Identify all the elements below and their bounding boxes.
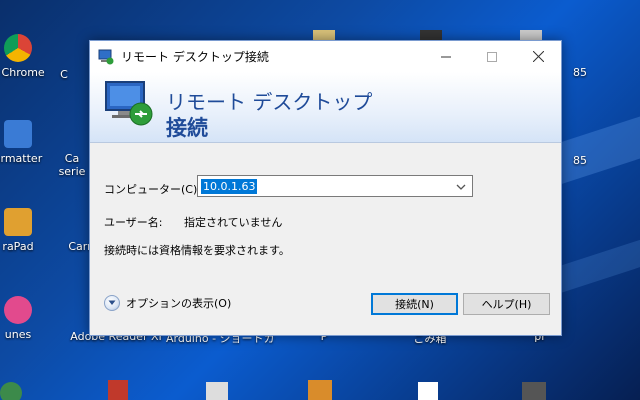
dialog-title: リモート デスクトップ接続 xyxy=(121,50,269,64)
desktop-icon-itunes[interactable]: unes xyxy=(0,296,58,341)
desktop-icon-85-a[interactable]: 85 xyxy=(560,66,600,79)
document-icon xyxy=(206,382,228,400)
desktop-bottom-icons xyxy=(0,336,640,400)
formatter-icon xyxy=(4,120,32,148)
banner-title-line1: リモート デスクトップ xyxy=(166,90,373,114)
remote-desktop-large-icon xyxy=(104,80,154,128)
desktop-icon-c[interactable]: C xyxy=(44,52,84,81)
credentials-note: 接続時には資格情報を要求されます。 xyxy=(104,244,290,257)
desktop-icon-ca[interactable]: Ca serie xyxy=(52,152,92,178)
maximize-button[interactable] xyxy=(469,41,515,72)
dialog-banner: リモート デスクトップ 接続 xyxy=(90,72,561,143)
chrome-icon xyxy=(4,34,32,62)
username-value: 指定されていません xyxy=(184,216,283,229)
connect-button[interactable]: 接続(N) xyxy=(371,293,458,315)
show-options-toggle[interactable]: オプションの表示(O) xyxy=(104,295,231,311)
close-button[interactable] xyxy=(515,41,561,72)
rapad-icon xyxy=(4,208,32,236)
title-bar[interactable]: リモート デスクトップ接続 xyxy=(90,41,561,72)
username-label: ユーザー名: xyxy=(104,216,163,229)
app-icon xyxy=(308,380,332,400)
chevron-down-icon xyxy=(104,295,120,311)
app-icon xyxy=(0,382,22,400)
close-icon xyxy=(532,51,544,62)
dialog-body: コンピューター(C): 10.0.1.63 ユーザー名: 指定されていません 接… xyxy=(90,143,561,335)
help-button[interactable]: ヘルプ(H) xyxy=(463,293,550,315)
maximize-icon xyxy=(487,51,497,62)
document-icon xyxy=(418,382,438,400)
chevron-down-icon[interactable] xyxy=(454,179,468,193)
remote-desktop-icon xyxy=(98,49,114,65)
banner-title-line2: 接続 xyxy=(166,116,208,140)
minimize-button[interactable] xyxy=(423,41,469,72)
app-icon xyxy=(108,380,128,400)
remote-desktop-dialog: リモート デスクトップ接続 リモート デスクトップ 接続 コンピューター(C): xyxy=(89,40,562,336)
computer-combobox[interactable]: 10.0.1.63 xyxy=(197,175,473,197)
desktop-icon-rapad[interactable]: raPad xyxy=(0,208,58,253)
minimize-icon xyxy=(441,56,451,57)
computer-label: コンピューター(C): xyxy=(104,183,201,196)
itunes-icon xyxy=(4,296,32,324)
show-options-label: オプションの表示(O) xyxy=(126,297,232,310)
desktop-icon-85-b[interactable]: 85 xyxy=(560,154,600,167)
computer-value[interactable]: 10.0.1.63 xyxy=(201,179,258,194)
desktop-icon-formatter[interactable]: ormatter xyxy=(0,120,58,165)
app-icon xyxy=(522,382,546,400)
